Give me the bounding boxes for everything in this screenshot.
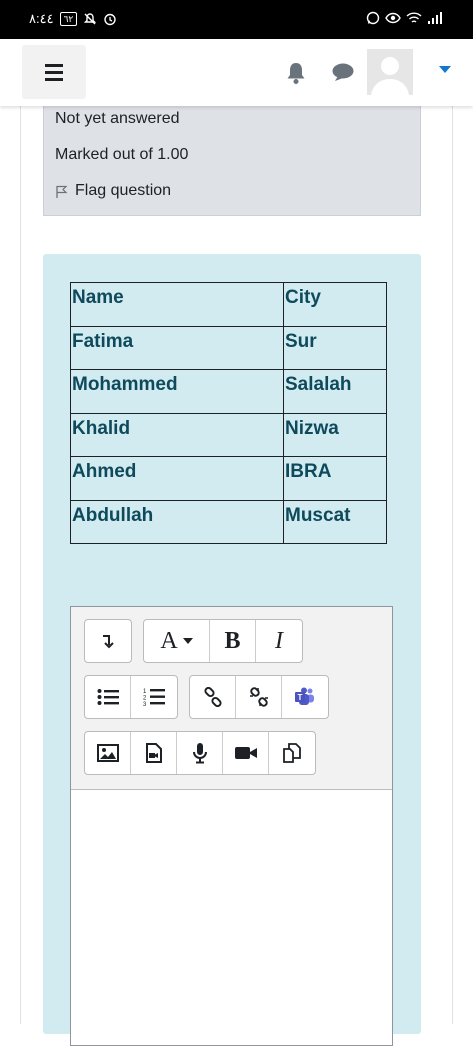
teams-icon: T <box>295 687 314 705</box>
media-file-icon <box>145 743 162 763</box>
battery-icon: ٦٢ <box>59 12 78 26</box>
link-button[interactable] <box>190 676 236 718</box>
table-row: Name City <box>70 282 387 327</box>
table-cell: Salalah <box>283 369 387 414</box>
link-icon <box>203 687 222 707</box>
svg-text:2: 2 <box>143 696 147 702</box>
menu-button[interactable] <box>22 45 86 99</box>
whatsapp-icon <box>366 11 380 25</box>
toolbar-group-lists: 1 2 3 <box>84 675 178 719</box>
svg-text:T: T <box>298 693 303 702</box>
italic-button[interactable]: I <box>256 620 302 662</box>
insert-media-button[interactable] <box>131 732 177 774</box>
copy-files-icon <box>283 743 301 763</box>
unlink-button[interactable] <box>236 676 282 718</box>
toolbar-group-collapse <box>84 619 132 663</box>
table-cell: Khalid <box>70 412 284 457</box>
table-row: Abdullah Muscat <box>70 499 387 544</box>
svg-text:1: 1 <box>143 689 147 695</box>
flag-icon <box>56 185 68 198</box>
unlink-icon <box>249 687 268 707</box>
image-icon <box>96 744 119 762</box>
table-cell: City <box>283 282 387 327</box>
question-content: Name City Fatima Sur Mohammed Salalah Kh… <box>43 254 421 1046</box>
toolbar-group-media <box>84 731 316 775</box>
record-audio-button[interactable] <box>177 732 223 774</box>
top-navbar <box>0 39 473 106</box>
status-bar: ٨:٤٤ ٦٢ <box>0 0 473 39</box>
font-style-label: A <box>160 627 178 654</box>
wifi-icon <box>406 12 422 23</box>
flag-question-link[interactable]: Flag question <box>55 182 171 200</box>
record-video-button[interactable] <box>223 732 269 774</box>
question-marks: Marked out of 1.00 <box>55 146 189 163</box>
table-row: Mohammed Salalah <box>70 369 387 414</box>
teams-meeting-button[interactable]: T <box>282 676 328 718</box>
question-status: Not yet answered <box>55 110 180 127</box>
toolbar-group-style: A B I <box>143 619 303 663</box>
table-cell: IBRA <box>283 456 387 501</box>
alarm-icon <box>104 13 116 26</box>
editor-text-area[interactable] <box>71 791 392 1045</box>
user-avatar[interactable] <box>367 49 413 95</box>
paragraph-styles-button[interactable]: A <box>144 620 210 662</box>
video-camera-icon <box>234 747 257 759</box>
bullet-list-icon <box>97 689 119 705</box>
answer-editor: A B I 1 2 3 T <box>70 606 393 1046</box>
table-cell: Muscat <box>283 499 387 544</box>
user-menu-chevron-down-icon[interactable] <box>439 66 451 73</box>
mute-icon <box>84 13 97 25</box>
battery-level: ٦٢ <box>63 14 74 24</box>
signal-icon <box>428 12 442 24</box>
table-cell: Ahmed <box>70 456 284 501</box>
table-cell: Mohammed <box>70 369 284 414</box>
ordered-list-button[interactable]: 1 2 3 <box>131 676 177 718</box>
table-row: Khalid Nizwa <box>70 412 387 457</box>
table-cell: Nizwa <box>283 412 387 457</box>
show-more-buttons[interactable] <box>85 620 131 662</box>
italic-label: I <box>275 627 283 654</box>
table-cell: Sur <box>283 325 387 370</box>
eye-icon <box>385 12 401 24</box>
table-cell: Name <box>70 282 284 327</box>
table-row: Fatima Sur <box>70 325 387 370</box>
table-row: Ahmed IBRA <box>70 456 387 501</box>
manage-files-button[interactable] <box>269 732 315 774</box>
bold-button[interactable]: B <box>210 620 256 662</box>
chevron-down-icon <box>182 638 193 644</box>
data-table: Name City Fatima Sur Mohammed Salalah Kh… <box>70 282 387 544</box>
numbered-list-icon: 1 2 3 <box>143 689 165 707</box>
table-cell: Fatima <box>70 325 284 370</box>
user-silhouette-icon <box>371 57 409 95</box>
table-cell: Abdullah <box>70 499 284 544</box>
svg-text:3: 3 <box>143 702 147 707</box>
insert-image-button[interactable] <box>85 732 131 774</box>
arrow-down-return-icon <box>103 635 114 649</box>
bold-label: B <box>224 627 241 654</box>
microphone-icon <box>192 743 207 764</box>
toolbar-group-links: T <box>189 675 329 719</box>
hamburger-icon <box>45 62 63 83</box>
notifications-bell-icon[interactable] <box>285 61 307 85</box>
messages-chat-icon[interactable] <box>331 62 355 84</box>
status-time: ٨:٤٤ <box>29 11 54 26</box>
flag-question-label: Flag question <box>75 182 172 199</box>
unordered-list-button[interactable] <box>85 676 131 718</box>
question-info-panel: Not yet answered Marked out of 1.00 Flag… <box>43 106 421 216</box>
editor-toolbar: A B I 1 2 3 T <box>71 607 392 790</box>
